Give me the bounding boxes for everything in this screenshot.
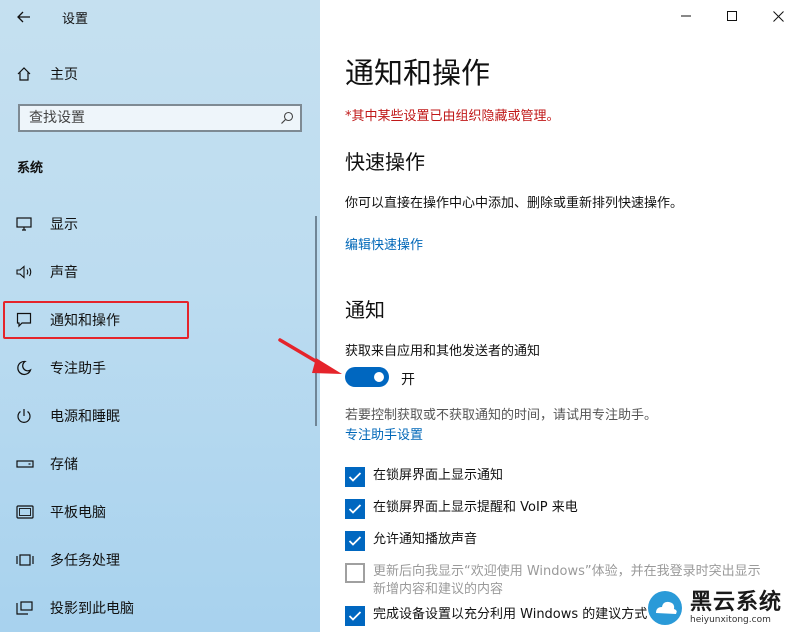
sidebar-item-focus-assist[interactable]: 专注助手 xyxy=(0,350,320,386)
checkmark-icon xyxy=(348,536,362,546)
notifications-toggle[interactable] xyxy=(345,367,389,387)
search-icon[interactable] xyxy=(280,110,294,129)
watermark-brand: 黑云系统 xyxy=(690,589,783,615)
watermark-text: 黑云系统 heiyunxitong.com xyxy=(690,589,783,626)
checkbox-label: 在锁屏界面上显示提醒和 VoIP 来电 xyxy=(373,500,578,515)
checkbox[interactable] xyxy=(345,467,365,487)
storage-icon xyxy=(0,459,50,469)
search-input[interactable] xyxy=(20,106,279,130)
focus-assist-hint: 若要控制获取或不获取通知的时间，请试用专注助手。 xyxy=(345,408,658,423)
toggle-knob xyxy=(374,372,384,382)
sidebar-item-label: 多任务处理 xyxy=(50,553,120,569)
close-button[interactable] xyxy=(758,3,798,29)
toggle-state-label: 开 xyxy=(401,372,415,388)
speaker-icon xyxy=(0,265,50,279)
selection-highlight-box xyxy=(3,301,189,339)
checkmark-icon xyxy=(348,472,362,482)
checkmark-icon xyxy=(348,504,362,514)
annotation-arrow-icon xyxy=(278,338,342,374)
search-box[interactable] xyxy=(18,104,302,132)
sidebar-item-label: 专注助手 xyxy=(50,361,106,377)
sidebar-item-home[interactable]: 主页 xyxy=(0,56,320,92)
focus-assist-settings-link[interactable]: 专注助手设置 xyxy=(345,424,423,443)
minimize-icon xyxy=(681,15,691,17)
tablet-icon xyxy=(0,505,50,519)
watermark: 黑云系统 heiyunxitong.com xyxy=(646,584,801,632)
checkmark-icon xyxy=(348,611,362,621)
sidebar-item-label: 声音 xyxy=(50,265,78,281)
sidebar-item-sound[interactable]: 声音 xyxy=(0,254,320,290)
power-icon xyxy=(0,408,50,424)
maximize-button[interactable] xyxy=(712,3,752,29)
projector-icon xyxy=(0,600,50,616)
close-icon xyxy=(772,10,784,22)
checkbox-label: 在锁屏界面上显示通知 xyxy=(373,468,504,483)
sidebar-item-power[interactable]: 电源和睡眠 xyxy=(0,398,320,434)
sidebar-item-label: 投影到此电脑 xyxy=(50,601,134,617)
sidebar-item-storage[interactable]: 存储 xyxy=(0,446,320,482)
checkbox[interactable] xyxy=(345,606,365,626)
back-button[interactable] xyxy=(8,2,40,32)
minimize-button[interactable] xyxy=(666,3,706,29)
sidebar-scrollbar[interactable] xyxy=(315,216,317,426)
section-title: 系统 xyxy=(17,161,44,176)
multitask-icon xyxy=(0,552,50,568)
org-managed-note: *其中某些设置已由组织隐藏或管理。 xyxy=(345,109,560,124)
main-content: 通知和操作 *其中某些设置已由组织隐藏或管理。 快速操作 你可以直接在操作中心中… xyxy=(320,0,801,632)
notifications-toggle-label: 获取来自应用和其他发送者的通知 xyxy=(345,344,541,359)
checkbox[interactable] xyxy=(345,499,365,519)
watermark-url: heiyunxitong.com xyxy=(690,614,771,625)
sidebar-item-label: 存储 xyxy=(50,457,78,473)
sidebar-item-label: 显示 xyxy=(50,217,78,233)
moon-icon xyxy=(0,360,50,376)
sidebar-item-tablet[interactable]: 平板电脑 xyxy=(0,494,320,530)
sidebar-item-display[interactable]: 显示 xyxy=(0,206,320,242)
checkbox[interactable] xyxy=(345,531,365,551)
checkbox-row[interactable]: 在锁屏界面上显示通知 xyxy=(345,467,773,487)
quick-actions-description: 你可以直接在操作中心中添加、删除或重新排列快速操作。 xyxy=(345,196,684,211)
cloud-logo-icon xyxy=(648,591,682,625)
page-title: 通知和操作 xyxy=(345,56,491,90)
sidebar-item-multitasking[interactable]: 多任务处理 xyxy=(0,542,320,578)
app-title: 设置 xyxy=(62,12,89,27)
sidebar-item-label: 平板电脑 xyxy=(50,505,106,521)
monitor-icon xyxy=(0,217,50,231)
sidebar-item-label: 电源和睡眠 xyxy=(50,409,120,425)
quick-actions-heading: 快速操作 xyxy=(345,150,425,174)
checkbox-label: 允许通知播放声音 xyxy=(373,532,478,547)
checkbox-row[interactable]: 允许通知播放声音 xyxy=(345,531,773,551)
notifications-heading: 通知 xyxy=(345,298,385,322)
maximize-icon xyxy=(727,11,737,21)
sidebar-item-project[interactable]: 投影到此电脑 xyxy=(0,590,320,626)
checkbox xyxy=(345,563,365,583)
home-icon xyxy=(0,66,50,82)
sidebar-item-label: 主页 xyxy=(50,67,78,83)
edit-quick-actions-link[interactable]: 编辑快速操作 xyxy=(345,234,423,253)
back-arrow-icon xyxy=(17,11,30,23)
checkbox-row[interactable]: 在锁屏界面上显示提醒和 VoIP 来电 xyxy=(345,499,773,519)
